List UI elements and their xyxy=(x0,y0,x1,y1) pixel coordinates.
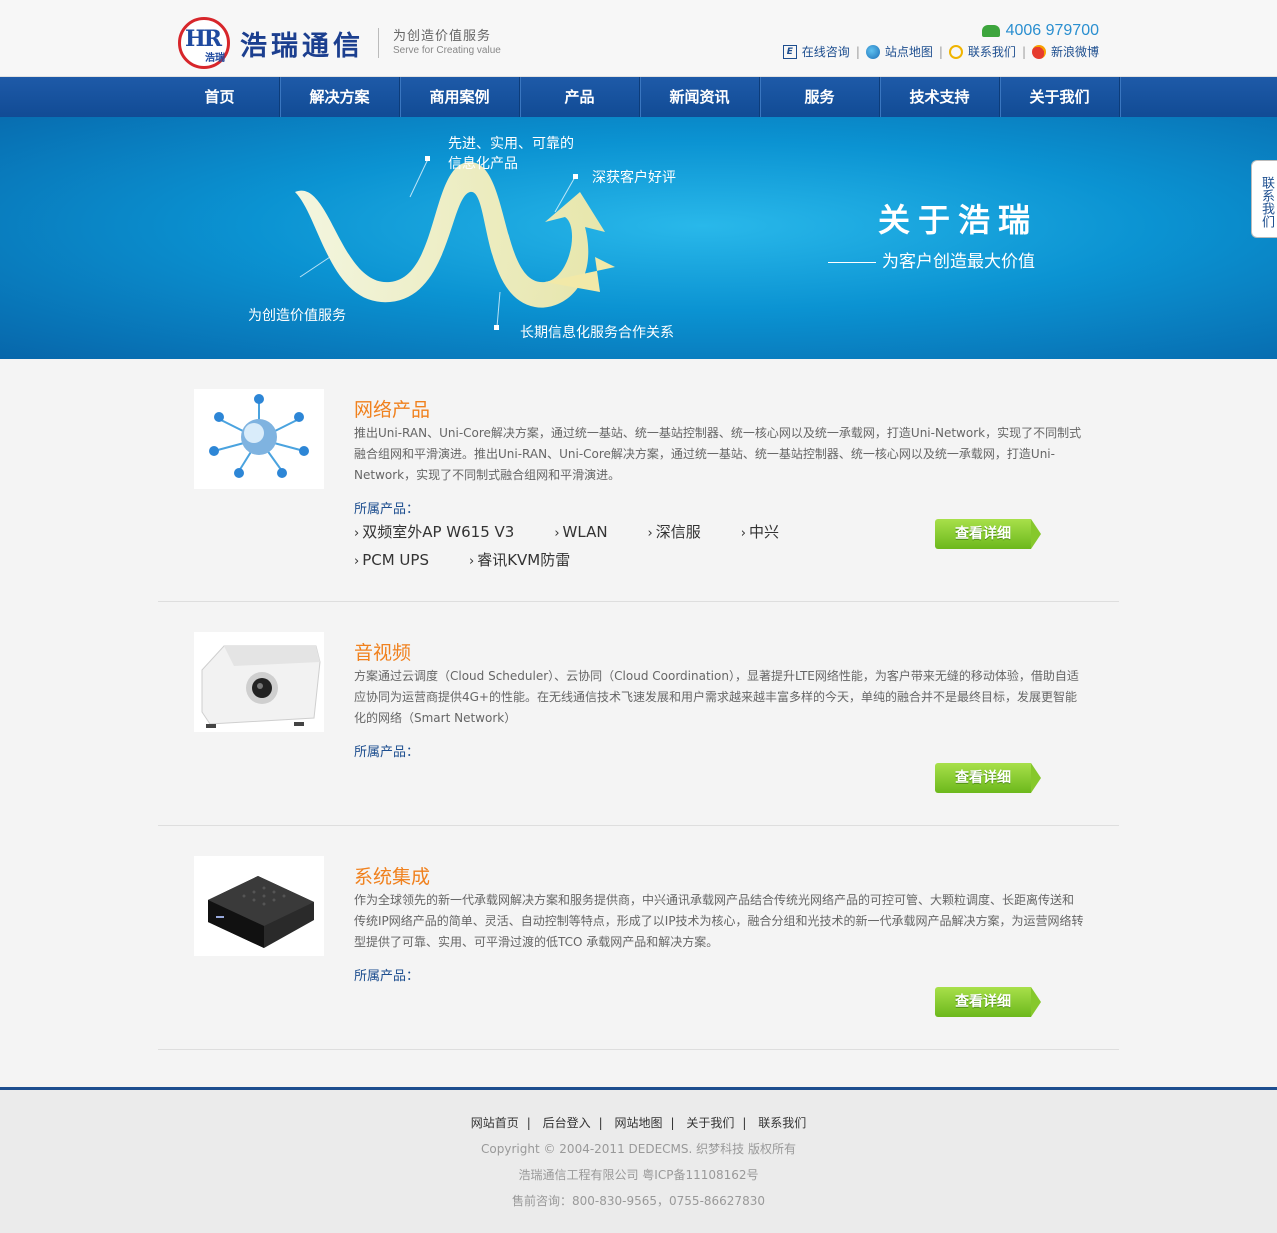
router-device-icon xyxy=(208,876,314,948)
nav-products[interactable]: 产品 xyxy=(520,77,640,117)
footer-contact: 售前咨询：800-830-9565，0755-86627830 xyxy=(512,1194,765,1208)
banner-title: 关于浩瑞 xyxy=(878,201,1039,239)
product-title[interactable]: 音视频 xyxy=(354,638,411,665)
contact-label: 联系我们 xyxy=(967,45,1016,59)
banner-label-praise: 深获客户好评 xyxy=(592,170,676,186)
contact-side-tab[interactable]: 联系我们 xyxy=(1251,160,1277,238)
main-nav: 首页 解决方案 商用案例 产品 新闻资讯 服务 技术支持 关于我们 xyxy=(0,77,1277,117)
nav-home[interactable]: 首页 xyxy=(160,77,280,117)
banner-label-advanced: 先进、实用、可靠的 xyxy=(448,136,574,152)
view-details-button[interactable]: 查看详细 xyxy=(935,519,1041,549)
hotline: 4006 979700 xyxy=(981,22,1099,40)
logo-divider xyxy=(378,28,379,58)
product-section-av: 音视频 方案通过云调度（Cloud Scheduler）、云协同（Cloud C… xyxy=(158,602,1119,826)
product-tag[interactable]: WLAN xyxy=(554,518,608,546)
hero-banner: 先进、实用、可靠的 信息化产品 深获客户好评 为创造价值服务 长期信息化服务合作… xyxy=(0,117,1277,359)
footer-link-about[interactable]: 关于我们 xyxy=(686,1116,734,1130)
nav-support[interactable]: 技术支持 xyxy=(880,77,1000,117)
online-consult-link[interactable]: E 在线咨询 xyxy=(782,43,850,60)
chat-bubble-icon xyxy=(948,44,963,59)
view-details-label: 查看详细 xyxy=(935,519,1031,549)
product-title[interactable]: 网络产品 xyxy=(354,395,430,422)
hotline-number: 4006 979700 xyxy=(1005,22,1099,39)
logo-mark: HR 浩瑞 xyxy=(178,17,230,69)
related-products-label: 所属产品： xyxy=(354,502,420,517)
site-header: HR 浩瑞 浩瑞通信 为创造价值服务 Serve for Creating va… xyxy=(0,0,1277,77)
footer-copyright: Copyright © 2004-2011 DEDECMS. 织梦科技 版权所有 xyxy=(481,1142,796,1156)
product-section-integration: 系统集成 作为全球领先的新一代承载网解决方案和服务提供商，中兴通讯承载网产品结合… xyxy=(158,826,1119,1050)
network-product-image[interactable] xyxy=(194,389,324,489)
nav-news[interactable]: 新闻资讯 xyxy=(640,77,760,117)
arrow-tip-icon xyxy=(1031,987,1041,1017)
related-products-list: 双频室外AP W615 V3 WLAN 深信服 中兴 PCM UPS 睿讯KVM防雷 xyxy=(354,518,914,574)
nav-solutions[interactable]: 解决方案 xyxy=(280,77,400,117)
product-tag[interactable]: 睿讯KVM防雷 xyxy=(469,546,570,574)
phone-icon xyxy=(981,25,1000,37)
arrow-tip-icon xyxy=(1031,763,1041,793)
logo-slogan: 为创造价值服务 Serve for Creating value xyxy=(393,29,501,56)
banner-label-partnership: 长期信息化服务合作关系 xyxy=(520,325,674,341)
view-details-label: 查看详细 xyxy=(935,987,1031,1017)
slogan-cn: 为创造价值服务 xyxy=(393,29,492,45)
banner-label-value: 为创造价值服务 xyxy=(248,308,346,324)
footer-link-admin-login[interactable]: 后台登入 xyxy=(543,1116,591,1130)
weibo-link[interactable]: 新浪微博 xyxy=(1031,43,1099,60)
slogan-en: Serve for Creating value xyxy=(393,44,501,56)
footer-links: 网站首页 | 后台登入 | 网站地图 | 关于我们 | 联系我们 xyxy=(470,1116,807,1130)
av-product-image[interactable] xyxy=(194,632,324,732)
view-details-button[interactable]: 查看详细 xyxy=(935,763,1041,793)
nav-service[interactable]: 服务 xyxy=(760,77,880,117)
sitemap-link[interactable]: 站点地图 xyxy=(865,43,933,60)
banner-label-products: 信息化产品 xyxy=(448,156,518,172)
view-details-button[interactable]: 查看详细 xyxy=(935,987,1041,1017)
nav-about[interactable]: 关于我们 xyxy=(1000,77,1120,117)
online-consult-label: 在线咨询 xyxy=(801,45,850,59)
product-description: 作为全球领先的新一代承载网解决方案和服务提供商，中兴通讯承载网产品结合传统光网络… xyxy=(354,893,1084,949)
globe-icon xyxy=(865,44,880,59)
product-tag[interactable]: PCM UPS xyxy=(354,546,429,574)
footer-link-contact[interactable]: 联系我们 xyxy=(758,1116,806,1130)
related-products-label: 所属产品： xyxy=(354,745,420,760)
arrow-tip-icon xyxy=(1031,519,1041,549)
weibo-label: 新浪微博 xyxy=(1050,45,1099,59)
view-details-label: 查看详细 xyxy=(935,763,1031,793)
product-description: 推出Uni-RAN、Uni-Core解决方案，通过统一基站、统一基站控制器、统一… xyxy=(354,426,1082,482)
projector-icon xyxy=(201,645,321,728)
logo[interactable]: HR 浩瑞 浩瑞通信 为创造价值服务 Serve for Creating va… xyxy=(178,16,501,70)
network-globe-icon xyxy=(209,394,309,478)
weibo-icon xyxy=(1031,44,1046,59)
banner-subtitle: 为客户创造最大价值 xyxy=(828,247,1035,272)
product-tag[interactable]: 深信服 xyxy=(648,518,701,546)
footer-company: 浩瑞通信工程有限公司 粤ICP备11108162号 xyxy=(518,1168,759,1182)
sitemap-label: 站点地图 xyxy=(884,45,933,59)
top-links: E 在线咨询 | 站点地图 | 联系我们 | 新浪微博 xyxy=(782,43,1099,60)
e-icon: E xyxy=(782,44,797,59)
product-title[interactable]: 系统集成 xyxy=(354,862,430,889)
product-section-network: 网络产品 推出Uni-RAN、Uni-Core解决方案，通过统一基站、统一基站控… xyxy=(158,359,1119,602)
logo-mark-cn: 浩瑞 xyxy=(205,53,225,64)
footer-link-sitemap[interactable]: 网站地图 xyxy=(614,1116,662,1130)
product-tag[interactable]: 双频室外AP W615 V3 xyxy=(354,518,514,546)
nav-cases[interactable]: 商用案例 xyxy=(400,77,520,117)
integration-product-image[interactable] xyxy=(194,856,324,956)
logo-text: 浩瑞通信 xyxy=(240,30,364,62)
footer-link-home[interactable]: 网站首页 xyxy=(471,1116,519,1130)
product-description: 方案通过云调度（Cloud Scheduler）、云协同（Cloud Coord… xyxy=(354,669,1079,725)
related-products-label: 所属产品： xyxy=(354,969,420,984)
contact-link[interactable]: 联系我们 xyxy=(948,43,1016,60)
site-footer: 网站首页 | 后台登入 | 网站地图 | 关于我们 | 联系我们 Copyright ©… xyxy=(0,1087,1277,1233)
product-tag[interactable]: 中兴 xyxy=(741,518,779,546)
